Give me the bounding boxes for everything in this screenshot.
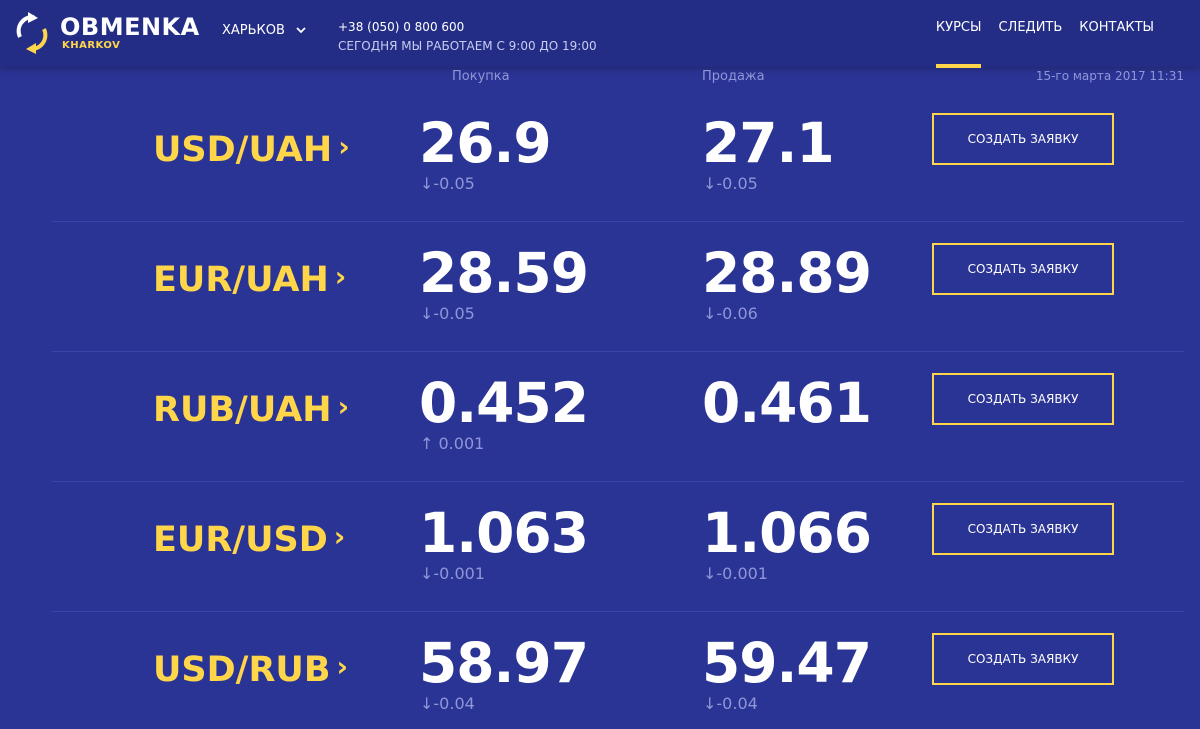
chevron-right-icon: › (333, 520, 346, 553)
main-nav: КУРСЫ СЛЕДИТЬ КОНТАКТЫ (935, 20, 1154, 68)
sell-change: ↓-0.05 (703, 174, 758, 193)
sell-change: ↓-0.04 (703, 694, 758, 713)
logo[interactable]: OBMENKA KHARKOV (12, 8, 212, 58)
pair-link[interactable]: EUR/UAH › (153, 260, 346, 300)
buy-change: ↓-0.05 (420, 304, 475, 323)
working-hours: СЕГОДНЯ МЫ РАБОТАЕМ С 9:00 ДО 19:00 (338, 39, 597, 53)
buy-change: ↓-0.04 (420, 694, 475, 713)
pair-link[interactable]: USD/RUB › (153, 650, 348, 690)
city-label: ХАРЬКОВ (222, 22, 285, 38)
create-request-button[interactable]: СОЗДАТЬ ЗАЯВКУ (932, 503, 1114, 555)
sell-rate: 0.461 (702, 371, 872, 435)
buy-rate: 0.452 (419, 371, 589, 435)
buy-change: ↑ 0.001 (420, 434, 485, 453)
nav-contacts[interactable]: КОНТАКТЫ (1079, 20, 1154, 35)
rate-row: USD/RUB › 58.97 ↓-0.04 59.47 ↓-0.04 СОЗДА… (52, 612, 1184, 729)
buy-rate: 1.063 (419, 501, 589, 565)
pair-link[interactable]: USD/UAH › (153, 130, 350, 170)
page: OBMENKA KHARKOV ХАРЬКОВ +38 (050) 0 800 … (0, 0, 1200, 729)
chevron-right-icon: › (338, 130, 350, 163)
chevron-right-icon: › (334, 260, 347, 293)
create-request-button[interactable]: СОЗДАТЬ ЗАЯВКУ (932, 373, 1114, 425)
logo-title: OBMENKA (60, 13, 200, 41)
sell-rate: 59.47 (702, 631, 872, 695)
buy-rate: 26.9 (419, 111, 552, 175)
sell-rate: 27.1 (702, 111, 835, 175)
phone-number[interactable]: +38 (050) 0 800 600 (338, 18, 597, 37)
rate-row: RUB/UAH › 0.452 ↑ 0.001 0.461 СОЗДАТЬ ЗАЯ… (52, 352, 1184, 482)
pair-label: EUR/UAH (153, 260, 329, 300)
buy-change: ↓-0.001 (420, 564, 485, 583)
sell-column-header: Продажа (702, 69, 765, 84)
sell-rate: 1.066 (702, 501, 872, 565)
rates-date: 15-го марта 2017 11:31 (1035, 69, 1184, 83)
buy-column-header: Покупка (452, 69, 510, 84)
chevron-right-icon: › (337, 390, 350, 423)
rate-row: EUR/UAH › 28.59 ↓-0.05 28.89 ↓-0.06 СОЗДА… (52, 222, 1184, 352)
sell-change: ↓-0.001 (703, 564, 768, 583)
pair-link[interactable]: RUB/UAH › (153, 390, 349, 430)
nav-rates[interactable]: КУРСЫ (935, 20, 981, 68)
chevron-right-icon: › (336, 650, 349, 683)
header: OBMENKA KHARKOV ХАРЬКОВ +38 (050) 0 800 … (0, 0, 1200, 68)
exchange-arrows-icon (16, 12, 48, 54)
rate-row: EUR/USD › 1.063 ↓-0.001 1.066 ↓-0.001 СОЗ… (52, 482, 1184, 612)
pair-label: USD/UAH (153, 130, 333, 170)
create-request-button[interactable]: СОЗДАТЬ ЗАЯВКУ (932, 113, 1114, 165)
logo-subtitle: KHARKOV (62, 40, 121, 51)
rate-row: USD/UAH › 26.9 ↓-0.05 27.1 ↓-0.05 СОЗДАТЬ… (52, 92, 1184, 222)
city-selector[interactable]: ХАРЬКОВ (222, 20, 307, 40)
create-request-button[interactable]: СОЗДАТЬ ЗАЯВКУ (932, 633, 1114, 685)
chevron-down-icon (296, 27, 306, 34)
pair-label: USD/RUB (153, 650, 331, 690)
pair-label: RUB/UAH (153, 390, 332, 430)
sell-change: ↓-0.06 (703, 304, 758, 323)
pair-link[interactable]: EUR/USD › (153, 520, 345, 560)
sell-rate: 28.89 (702, 241, 872, 305)
buy-rate: 28.59 (419, 241, 589, 305)
pair-label: EUR/USD (153, 520, 328, 560)
nav-track[interactable]: СЛЕДИТЬ (998, 20, 1062, 35)
buy-rate: 58.97 (419, 631, 589, 695)
create-request-button[interactable]: СОЗДАТЬ ЗАЯВКУ (932, 243, 1114, 295)
contact-info: +38 (050) 0 800 600 СЕГОДНЯ МЫ РАБОТАЕМ … (338, 18, 597, 56)
buy-change: ↓-0.05 (420, 174, 475, 193)
